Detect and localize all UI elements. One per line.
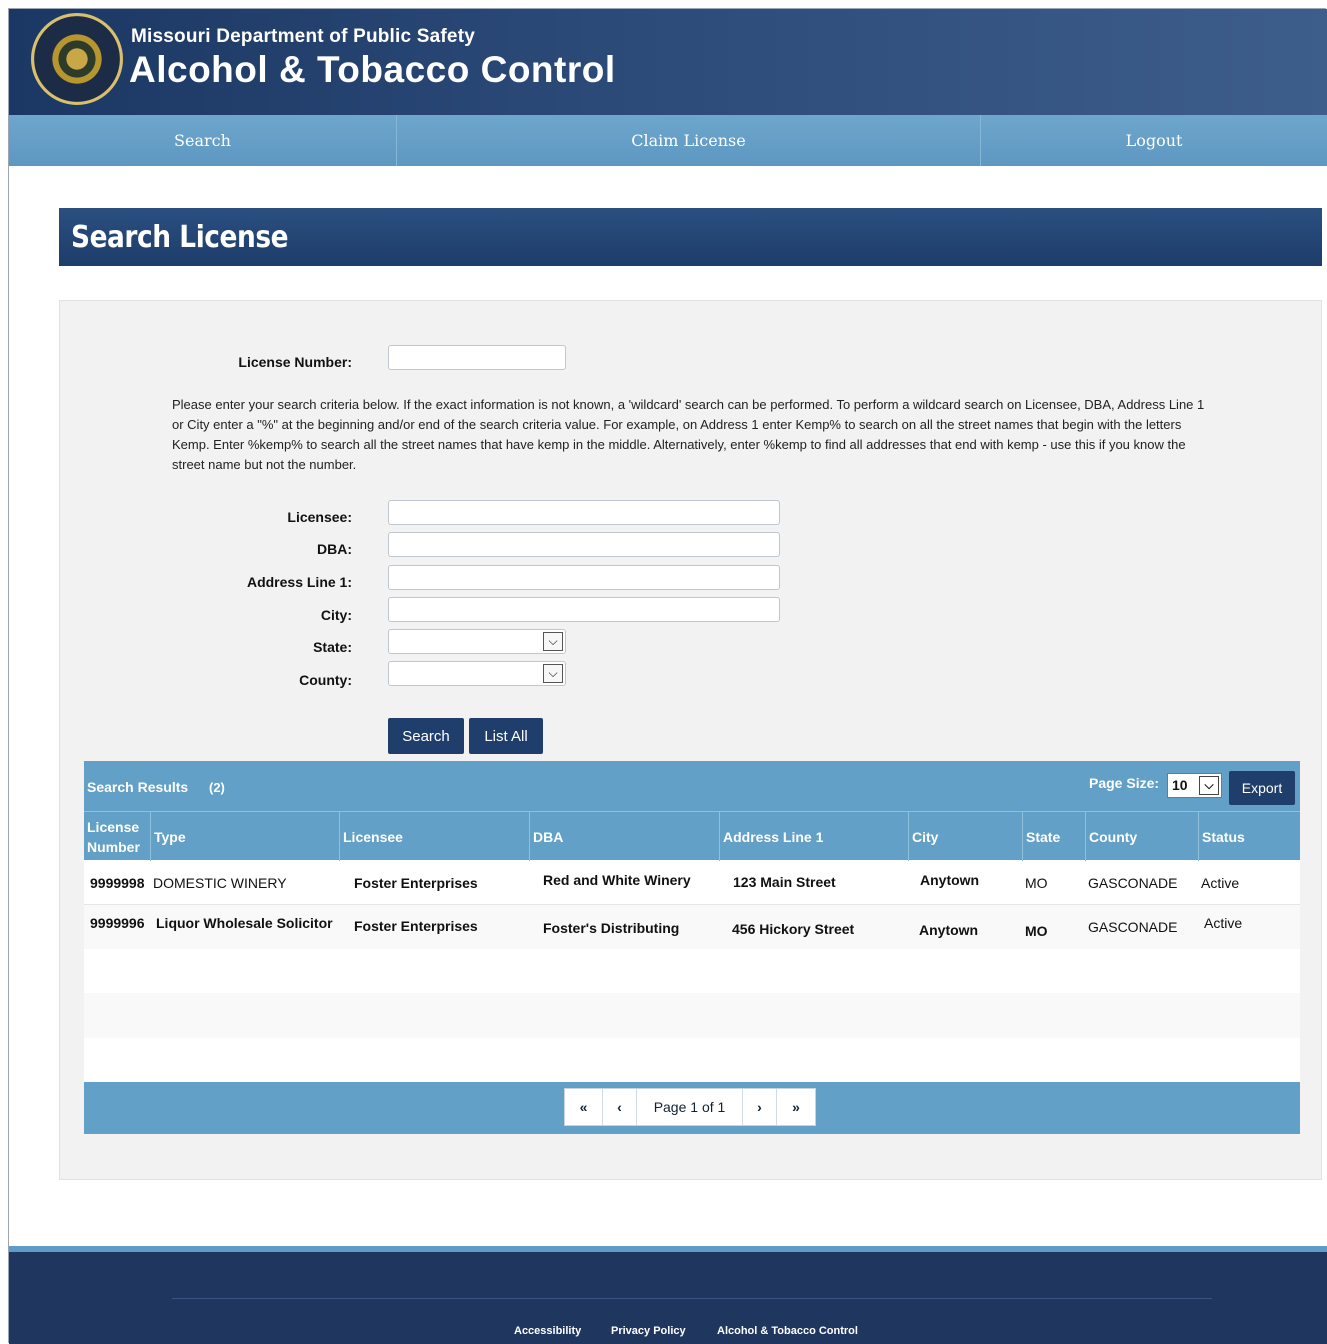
footer-link-atc[interactable]: Alcohol & Tobacco Control: [717, 1325, 858, 1337]
search-panel: License Number: Please enter your search…: [59, 300, 1322, 1180]
licensee-input[interactable]: [388, 500, 780, 525]
site-header: Missouri Department of Public Safety Alc…: [9, 9, 1327, 115]
next-page-button[interactable]: ›: [743, 1089, 777, 1125]
footer-divider: [172, 1298, 1212, 1299]
license-number-input[interactable]: [388, 345, 566, 370]
results-count: (2): [209, 780, 225, 795]
city-label: City:: [320, 607, 352, 623]
dba-input[interactable]: [388, 532, 780, 557]
table-row[interactable]: 9999998 DOMESTIC WINERY Foster Enterpris…: [84, 860, 1300, 905]
col-dba[interactable]: DBA: [529, 812, 719, 861]
nav-claim-license[interactable]: Claim License: [397, 115, 981, 166]
cell-license-number: 9999996: [90, 915, 145, 931]
cell-county: GASCONADE: [1088, 875, 1178, 891]
county-select[interactable]: ⌵: [388, 661, 566, 686]
col-address[interactable]: Address Line 1: [719, 812, 908, 861]
cell-status: Active: [1201, 875, 1240, 891]
cell-county: GASCONADE: [1088, 919, 1178, 935]
page-title: Search License: [71, 220, 289, 255]
last-page-button[interactable]: »: [777, 1089, 815, 1125]
licensee-label: Licensee:: [287, 509, 352, 525]
cell-status: Active: [1204, 915, 1243, 931]
nav-search[interactable]: Search: [9, 115, 397, 166]
page-size-label: Page Size:: [1089, 775, 1160, 791]
col-state[interactable]: State: [1022, 812, 1085, 861]
cell-licensee: Foster Enterprises: [354, 918, 478, 934]
chevron-down-icon[interactable]: ⌵: [543, 664, 563, 683]
empty-row: [84, 949, 1300, 993]
cell-state: MO: [1025, 875, 1048, 891]
results-toolbar: Search Results (2) Page Size: 10 ⌵ Expor…: [84, 761, 1300, 811]
page-size-value: 10: [1172, 777, 1188, 793]
search-instructions: Please enter your search criteria below.…: [172, 397, 1205, 472]
col-licensee[interactable]: Licensee: [339, 812, 529, 861]
cell-city: Anytown: [920, 872, 980, 888]
empty-row: [84, 1038, 1300, 1082]
county-label: County:: [299, 672, 352, 688]
prev-page-button[interactable]: ‹: [603, 1089, 637, 1125]
cell-dba: Red and White Winery: [543, 872, 691, 888]
dba-label: DBA:: [317, 541, 352, 557]
results-footer: « ‹ Page 1 of 1 › »: [84, 1082, 1300, 1134]
footer-link-privacy[interactable]: Privacy Policy: [611, 1325, 686, 1337]
list-all-button[interactable]: List All: [469, 718, 543, 754]
col-city[interactable]: City: [908, 812, 1022, 861]
cell-type: Liquor Wholesale Solicitor: [156, 915, 333, 931]
col-license-number[interactable]: License Number: [84, 812, 150, 861]
site-footer: Accessibility Privacy Policy Alcohol & T…: [9, 1246, 1327, 1344]
chevron-down-icon[interactable]: ⌵: [543, 632, 563, 651]
search-button[interactable]: Search: [388, 718, 464, 754]
empty-row: [84, 993, 1300, 1038]
table-row[interactable]: 9999996 Liquor Wholesale Solicitor Foste…: [84, 905, 1300, 949]
address-label: Address Line 1:: [246, 574, 352, 590]
cell-dba: Foster's Distributing: [543, 920, 680, 936]
cell-state: MO: [1025, 923, 1048, 939]
cell-licensee: Foster Enterprises: [354, 875, 478, 891]
main-nav: Search Claim License Logout: [9, 115, 1327, 166]
city-input[interactable]: [388, 597, 780, 622]
page-indicator: Page 1 of 1: [637, 1089, 743, 1125]
results-header-row: License Number Type Licensee DBA Address…: [84, 811, 1300, 861]
pager: « ‹ Page 1 of 1 › »: [564, 1088, 816, 1126]
cell-type: DOMESTIC WINERY: [153, 875, 287, 891]
col-county[interactable]: County: [1085, 812, 1198, 861]
address-input[interactable]: [388, 565, 780, 590]
header-title: Alcohol & Tobacco Control: [129, 49, 616, 90]
cell-license-number: 9999998: [90, 875, 145, 891]
cell-city: Anytown: [919, 922, 979, 938]
results-title: Search Results: [87, 779, 189, 795]
export-button[interactable]: Export: [1229, 771, 1295, 805]
state-label: State:: [313, 639, 352, 655]
first-page-button[interactable]: «: [565, 1089, 603, 1125]
chevron-down-icon[interactable]: ⌵: [1199, 776, 1219, 795]
page-title-band: Search License: [59, 208, 1322, 266]
col-type[interactable]: Type: [150, 812, 339, 861]
state-select[interactable]: ⌵: [388, 629, 566, 654]
department-seal-logo: [31, 13, 123, 105]
nav-logout[interactable]: Logout: [981, 115, 1327, 166]
page-size-select[interactable]: 10 ⌵: [1167, 773, 1222, 798]
cell-address: 456 Hickory Street: [732, 921, 855, 937]
header-org-name: Missouri Department of Public Safety: [131, 26, 475, 47]
license-number-label: License Number:: [238, 354, 352, 370]
page-frame: Missouri Department of Public Safety Alc…: [8, 8, 1327, 1344]
col-status[interactable]: Status: [1198, 812, 1300, 861]
cell-address: 123 Main Street: [733, 874, 836, 890]
results-grid: Search Results (2) Page Size: 10 ⌵ Expor…: [84, 761, 1300, 1134]
footer-link-accessibility[interactable]: Accessibility: [514, 1325, 581, 1337]
